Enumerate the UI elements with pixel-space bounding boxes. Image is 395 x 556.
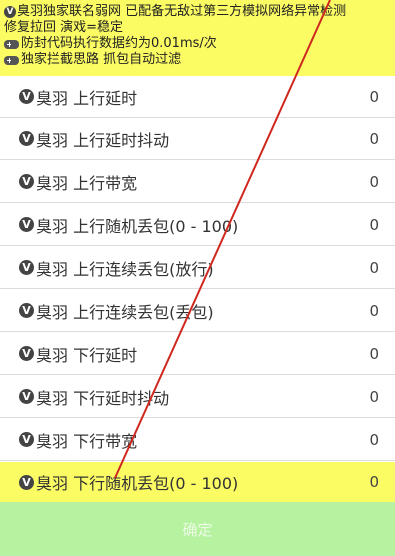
setting-value[interactable]: 0 (369, 173, 379, 191)
setting-value[interactable]: 0 (369, 216, 379, 234)
banner-line-1: V 臭羽独家联名弱网 已配备无敌过第三方模拟网络异常检测 (4, 4, 395, 20)
banner-line-2: 修复拉回 演戏=稳定 (4, 20, 395, 36)
v-badge-icon: V (19, 346, 34, 361)
banner-text-2: 修复拉回 演戏=稳定 (4, 20, 124, 35)
setting-value[interactable]: 0 (369, 431, 379, 449)
setting-row-upload-burst-pass[interactable]: V 臭羽 上行连续丢包(放行) 0 (0, 247, 395, 289)
setting-value[interactable]: 0 (369, 88, 379, 106)
v-badge-icon: V (19, 217, 34, 232)
banner-text-3: 防封代码执行数据约为0.01ms/次 (21, 36, 217, 51)
setting-row-upload-bandwidth[interactable]: V 臭羽 上行带宽 0 (0, 161, 395, 203)
v-badge-icon: V (19, 131, 34, 146)
setting-row-download-random-loss[interactable]: V 臭羽 下行随机丢包(0 - 100) 0 (0, 462, 395, 502)
setting-label: 臭羽 上行延时抖动 (36, 130, 170, 150)
v-badge-icon: V (19, 260, 34, 275)
confirm-button[interactable]: 确定 (0, 502, 395, 556)
confirm-button-label: 确定 (182, 520, 213, 539)
setting-row-upload-jitter[interactable]: V 臭羽 上行延时抖动 0 (0, 118, 395, 160)
setting-label: 臭羽 下行随机丢包(0 - 100) (36, 474, 239, 493)
setting-value[interactable]: 0 (369, 259, 379, 277)
setting-label: 臭羽 上行带宽 (36, 173, 138, 193)
v-badge-icon: V (19, 174, 34, 189)
setting-label: 臭羽 下行带宽 (36, 431, 138, 451)
v-badge-icon: V (19, 303, 34, 318)
banner-text-4: 独家拦截思路 抓包自动过滤 (21, 52, 182, 67)
banner-text-1: 臭羽独家联名弱网 已配备无敌过第三方模拟网络异常检测 (17, 4, 347, 19)
v-badge-icon: V (19, 89, 34, 104)
setting-row-upload-random-loss[interactable]: V 臭羽 上行随机丢包(0 - 100) 0 (0, 204, 395, 246)
setting-label: 臭羽 上行随机丢包(0 - 100) (36, 216, 239, 236)
gamepad-icon (4, 39, 19, 49)
gamepad-icon (4, 55, 19, 65)
v-badge-icon: V (19, 389, 34, 404)
setting-row-download-latency[interactable]: V 臭羽 下行延时 0 (0, 333, 395, 375)
v-badge-icon: V (19, 474, 34, 490)
setting-label: 臭羽 上行延时 (36, 88, 138, 108)
setting-value[interactable]: 0 (369, 473, 379, 491)
info-banner: V 臭羽独家联名弱网 已配备无敌过第三方模拟网络异常检测 修复拉回 演戏=稳定 … (0, 0, 395, 76)
setting-label: 臭羽 下行延时抖动 (36, 388, 170, 408)
settings-list: V 臭羽 上行延时 0 V 臭羽 上行延时抖动 0 V 臭羽 上行带宽 0 V … (0, 76, 395, 502)
setting-label: 臭羽 上行连续丢包(丢包) (36, 302, 214, 322)
setting-value[interactable]: 0 (369, 302, 379, 320)
banner-line-3: 防封代码执行数据约为0.01ms/次 (4, 36, 395, 52)
v-badge-icon: V (19, 432, 34, 447)
v-badge-icon: V (4, 6, 16, 18)
setting-value[interactable]: 0 (369, 130, 379, 148)
setting-label: 臭羽 上行连续丢包(放行) (36, 259, 214, 279)
setting-value[interactable]: 0 (369, 388, 379, 406)
setting-row-upload-burst-drop[interactable]: V 臭羽 上行连续丢包(丢包) 0 (0, 290, 395, 332)
setting-label: 臭羽 下行延时 (36, 345, 138, 365)
setting-row-upload-latency[interactable]: V 臭羽 上行延时 0 (0, 76, 395, 118)
setting-value[interactable]: 0 (369, 345, 379, 363)
banner-line-4: 独家拦截思路 抓包自动过滤 (4, 52, 395, 68)
setting-row-download-bandwidth[interactable]: V 臭羽 下行带宽 0 (0, 419, 395, 461)
setting-row-download-jitter[interactable]: V 臭羽 下行延时抖动 0 (0, 376, 395, 418)
